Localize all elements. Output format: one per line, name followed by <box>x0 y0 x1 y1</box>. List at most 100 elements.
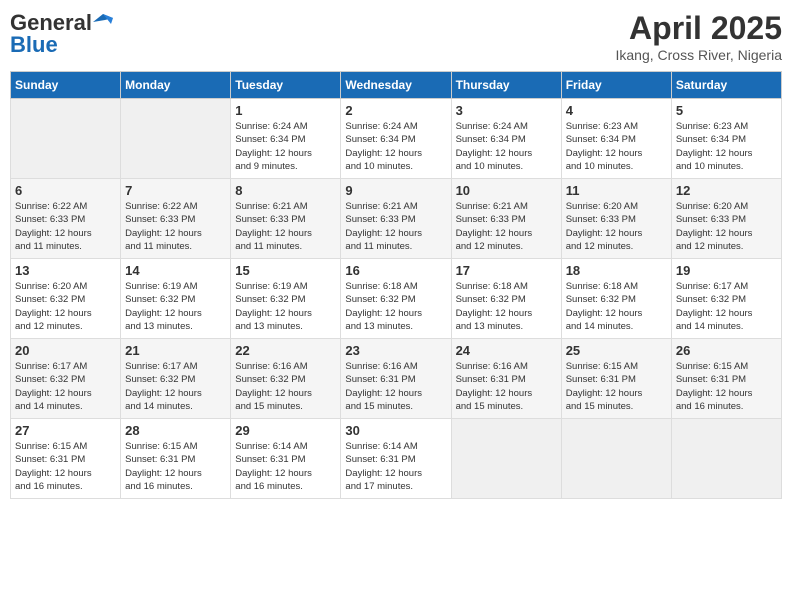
day-info: Sunrise: 6:14 AMSunset: 6:31 PMDaylight:… <box>345 440 446 493</box>
calendar-cell: 13 Sunrise: 6:20 AMSunset: 6:32 PMDayligh… <box>11 259 121 339</box>
weekday-header-thursday: Thursday <box>451 72 561 99</box>
logo-blue: Blue <box>10 32 58 58</box>
day-info: Sunrise: 6:22 AMSunset: 6:33 PMDaylight:… <box>125 200 226 253</box>
day-number: 10 <box>456 183 557 198</box>
calendar-week-2: 6 Sunrise: 6:22 AMSunset: 6:33 PMDaylight… <box>11 179 782 259</box>
calendar-cell: 8Sunrise: 6:21 AMSunset: 6:33 PMDaylight… <box>231 179 341 259</box>
calendar-cell: 9 Sunrise: 6:21 AMSunset: 6:33 PMDaylight… <box>341 179 451 259</box>
day-info: Sunrise: 6:16 AMSunset: 6:31 PMDaylight:… <box>456 360 557 413</box>
day-number: 18 <box>566 263 667 278</box>
calendar-cell: 26 Sunrise: 6:15 AMSunset: 6:31 PMDayligh… <box>671 339 781 419</box>
day-number: 14 <box>125 263 226 278</box>
calendar-cell: 23 Sunrise: 6:16 AMSunset: 6:31 PMDayligh… <box>341 339 451 419</box>
day-info: Sunrise: 6:22 AMSunset: 6:33 PMDaylight:… <box>15 200 116 253</box>
day-info: Sunrise: 6:21 AMSunset: 6:33 PMDaylight:… <box>345 200 446 253</box>
day-info: Sunrise: 6:15 AMSunset: 6:31 PMDaylight:… <box>676 360 777 413</box>
logo-bird-icon <box>93 14 113 28</box>
day-number: 17 <box>456 263 557 278</box>
day-info: Sunrise: 6:17 AMSunset: 6:32 PMDaylight:… <box>676 280 777 333</box>
day-number: 19 <box>676 263 777 278</box>
logo: General Blue <box>10 10 113 58</box>
day-info: Sunrise: 6:24 AMSunset: 6:34 PMDaylight:… <box>456 120 557 173</box>
calendar-cell: 15 Sunrise: 6:19 AMSunset: 6:32 PMDayligh… <box>231 259 341 339</box>
calendar-cell: 20Sunrise: 6:17 AMSunset: 6:32 PMDayligh… <box>11 339 121 419</box>
day-number: 5 <box>676 103 777 118</box>
day-number: 27 <box>15 423 116 438</box>
calendar-cell: 10 Sunrise: 6:21 AMSunset: 6:33 PMDayligh… <box>451 179 561 259</box>
calendar-cell: 5Sunrise: 6:23 AMSunset: 6:34 PMDaylight… <box>671 99 781 179</box>
calendar-cell: 27 Sunrise: 6:15 AMSunset: 6:31 PMDayligh… <box>11 419 121 499</box>
day-number: 8 <box>235 183 336 198</box>
weekday-header-friday: Friday <box>561 72 671 99</box>
calendar-cell <box>451 419 561 499</box>
calendar-week-3: 13 Sunrise: 6:20 AMSunset: 6:32 PMDayligh… <box>11 259 782 339</box>
calendar-cell <box>561 419 671 499</box>
calendar-week-1: 1 Sunrise: 6:24 AMSunset: 6:34 PMDaylight… <box>11 99 782 179</box>
weekday-header-tuesday: Tuesday <box>231 72 341 99</box>
day-info: Sunrise: 6:19 AMSunset: 6:32 PMDaylight:… <box>125 280 226 333</box>
calendar-cell: 4Sunrise: 6:23 AMSunset: 6:34 PMDaylight… <box>561 99 671 179</box>
calendar-cell: 29Sunrise: 6:14 AMSunset: 6:31 PMDayligh… <box>231 419 341 499</box>
calendar-week-4: 20Sunrise: 6:17 AMSunset: 6:32 PMDayligh… <box>11 339 782 419</box>
calendar-cell <box>671 419 781 499</box>
calendar-cell: 14 Sunrise: 6:19 AMSunset: 6:32 PMDayligh… <box>121 259 231 339</box>
calendar-cell: 6 Sunrise: 6:22 AMSunset: 6:33 PMDaylight… <box>11 179 121 259</box>
day-info: Sunrise: 6:15 AMSunset: 6:31 PMDaylight:… <box>125 440 226 493</box>
location-subtitle: Ikang, Cross River, Nigeria <box>615 47 782 63</box>
day-number: 12 <box>676 183 777 198</box>
day-info: Sunrise: 6:18 AMSunset: 6:32 PMDaylight:… <box>345 280 446 333</box>
day-number: 20 <box>15 343 116 358</box>
day-number: 15 <box>235 263 336 278</box>
day-number: 2 <box>345 103 446 118</box>
day-info: Sunrise: 6:23 AMSunset: 6:34 PMDaylight:… <box>566 120 667 173</box>
calendar-cell: 21Sunrise: 6:17 AMSunset: 6:32 PMDayligh… <box>121 339 231 419</box>
day-info: Sunrise: 6:20 AMSunset: 6:33 PMDaylight:… <box>676 200 777 253</box>
calendar-cell: 22Sunrise: 6:16 AMSunset: 6:32 PMDayligh… <box>231 339 341 419</box>
day-number: 28 <box>125 423 226 438</box>
day-number: 26 <box>676 343 777 358</box>
day-info: Sunrise: 6:20 AMSunset: 6:32 PMDaylight:… <box>15 280 116 333</box>
day-number: 9 <box>345 183 446 198</box>
day-number: 1 <box>235 103 336 118</box>
day-info: Sunrise: 6:18 AMSunset: 6:32 PMDaylight:… <box>566 280 667 333</box>
day-number: 23 <box>345 343 446 358</box>
weekday-header-monday: Monday <box>121 72 231 99</box>
calendar-table: SundayMondayTuesdayWednesdayThursdayFrid… <box>10 71 782 499</box>
calendar-week-5: 27 Sunrise: 6:15 AMSunset: 6:31 PMDayligh… <box>11 419 782 499</box>
day-number: 24 <box>456 343 557 358</box>
calendar-cell: 19 Sunrise: 6:17 AMSunset: 6:32 PMDayligh… <box>671 259 781 339</box>
calendar-cell: 24 Sunrise: 6:16 AMSunset: 6:31 PMDayligh… <box>451 339 561 419</box>
day-info: Sunrise: 6:14 AMSunset: 6:31 PMDaylight:… <box>235 440 336 493</box>
day-number: 13 <box>15 263 116 278</box>
day-info: Sunrise: 6:16 AMSunset: 6:32 PMDaylight:… <box>235 360 336 413</box>
title-block: April 2025 Ikang, Cross River, Nigeria <box>615 10 782 63</box>
day-info: Sunrise: 6:15 AMSunset: 6:31 PMDaylight:… <box>15 440 116 493</box>
day-number: 3 <box>456 103 557 118</box>
calendar-cell: 16 Sunrise: 6:18 AMSunset: 6:32 PMDayligh… <box>341 259 451 339</box>
weekday-header-wednesday: Wednesday <box>341 72 451 99</box>
calendar-cell: 25 Sunrise: 6:15 AMSunset: 6:31 PMDayligh… <box>561 339 671 419</box>
day-info: Sunrise: 6:21 AMSunset: 6:33 PMDaylight:… <box>456 200 557 253</box>
calendar-cell: 7 Sunrise: 6:22 AMSunset: 6:33 PMDaylight… <box>121 179 231 259</box>
day-info: Sunrise: 6:15 AMSunset: 6:31 PMDaylight:… <box>566 360 667 413</box>
calendar-cell: 3 Sunrise: 6:24 AMSunset: 6:34 PMDaylight… <box>451 99 561 179</box>
day-number: 7 <box>125 183 226 198</box>
month-year-title: April 2025 <box>615 10 782 47</box>
day-info: Sunrise: 6:16 AMSunset: 6:31 PMDaylight:… <box>345 360 446 413</box>
calendar-cell: 1Sunrise: 6:24 AMSunset: 6:34 PMDaylight… <box>231 99 341 179</box>
day-number: 16 <box>345 263 446 278</box>
day-number: 30 <box>345 423 446 438</box>
weekday-header-sunday: Sunday <box>11 72 121 99</box>
weekday-header-saturday: Saturday <box>671 72 781 99</box>
day-number: 21 <box>125 343 226 358</box>
calendar-cell: 17Sunrise: 6:18 AMSunset: 6:32 PMDayligh… <box>451 259 561 339</box>
day-info: Sunrise: 6:24 AMSunset: 6:34 PMDaylight:… <box>345 120 446 173</box>
day-number: 6 <box>15 183 116 198</box>
day-info: Sunrise: 6:19 AMSunset: 6:32 PMDaylight:… <box>235 280 336 333</box>
calendar-cell: 30 Sunrise: 6:14 AMSunset: 6:31 PMDayligh… <box>341 419 451 499</box>
calendar-cell <box>11 99 121 179</box>
calendar-cell: 28 Sunrise: 6:15 AMSunset: 6:31 PMDayligh… <box>121 419 231 499</box>
weekday-header-row: SundayMondayTuesdayWednesdayThursdayFrid… <box>11 72 782 99</box>
day-number: 25 <box>566 343 667 358</box>
day-number: 11 <box>566 183 667 198</box>
